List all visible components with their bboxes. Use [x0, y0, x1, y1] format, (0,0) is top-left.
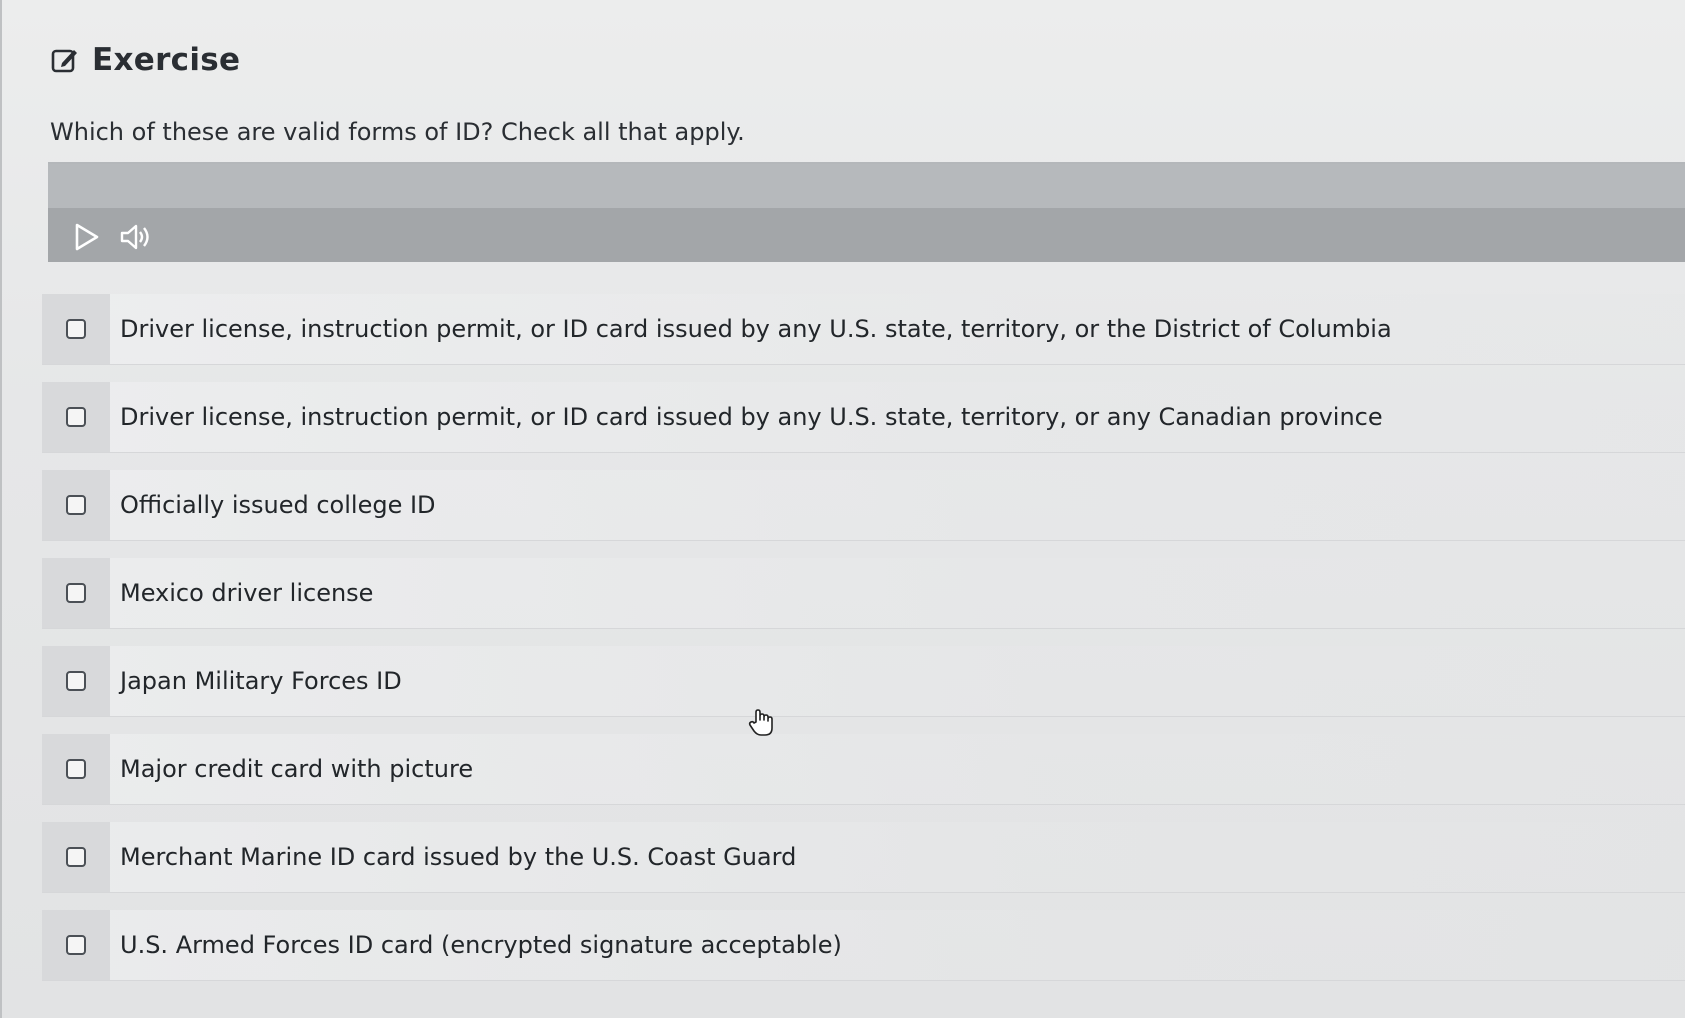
play-icon[interactable] — [68, 220, 104, 254]
window-edge — [0, 0, 2, 1018]
option-label[interactable]: Merchant Marine ID card issued by the U.… — [110, 843, 796, 871]
option-checkbox[interactable] — [66, 495, 86, 515]
option-row[interactable]: Japan Military Forces ID — [42, 646, 1685, 717]
option-checkbox[interactable] — [66, 407, 86, 427]
option-checkbox[interactable] — [66, 935, 86, 955]
option-row[interactable]: Officially issued college ID — [42, 470, 1685, 541]
answer-options: Driver license, instruction permit, or I… — [42, 294, 1685, 998]
exercise-title: Exercise — [92, 42, 241, 78]
option-label[interactable]: U.S. Armed Forces ID card (encrypted sig… — [110, 931, 842, 959]
option-label[interactable]: Officially issued college ID — [110, 491, 436, 519]
option-row[interactable]: Mexico driver license — [42, 558, 1685, 629]
checkbox-cell[interactable] — [42, 470, 110, 540]
exercise-page: Exercise Which of these are valid forms … — [0, 0, 1685, 1018]
option-label[interactable]: Mexico driver license — [110, 579, 373, 607]
exercise-header: Exercise — [50, 42, 240, 78]
edit-icon — [50, 45, 80, 75]
option-checkbox[interactable] — [66, 671, 86, 691]
audio-player — [48, 162, 1685, 262]
hand-cursor-icon — [748, 708, 774, 738]
option-label[interactable]: Major credit card with picture — [110, 755, 473, 783]
checkbox-cell[interactable] — [42, 382, 110, 452]
player-progress-track[interactable] — [48, 164, 1685, 208]
option-row[interactable]: Driver license, instruction permit, or I… — [42, 382, 1685, 453]
option-row[interactable]: Driver license, instruction permit, or I… — [42, 294, 1685, 365]
option-label[interactable]: Driver license, instruction permit, or I… — [110, 315, 1392, 343]
option-checkbox[interactable] — [66, 583, 86, 603]
checkbox-cell[interactable] — [42, 558, 110, 628]
volume-icon[interactable] — [118, 220, 154, 254]
player-controls — [68, 220, 168, 254]
checkbox-cell[interactable] — [42, 294, 110, 364]
question-text: Which of these are valid forms of ID? Ch… — [50, 118, 745, 146]
checkbox-cell[interactable] — [42, 734, 110, 804]
option-checkbox[interactable] — [66, 319, 86, 339]
checkbox-cell[interactable] — [42, 910, 110, 980]
option-row[interactable]: U.S. Armed Forces ID card (encrypted sig… — [42, 910, 1685, 981]
option-checkbox[interactable] — [66, 847, 86, 867]
option-checkbox[interactable] — [66, 759, 86, 779]
option-row[interactable]: Major credit card with picture — [42, 734, 1685, 805]
checkbox-cell[interactable] — [42, 822, 110, 892]
option-row[interactable]: Merchant Marine ID card issued by the U.… — [42, 822, 1685, 893]
option-label[interactable]: Japan Military Forces ID — [110, 667, 402, 695]
option-label[interactable]: Driver license, instruction permit, or I… — [110, 403, 1383, 431]
checkbox-cell[interactable] — [42, 646, 110, 716]
